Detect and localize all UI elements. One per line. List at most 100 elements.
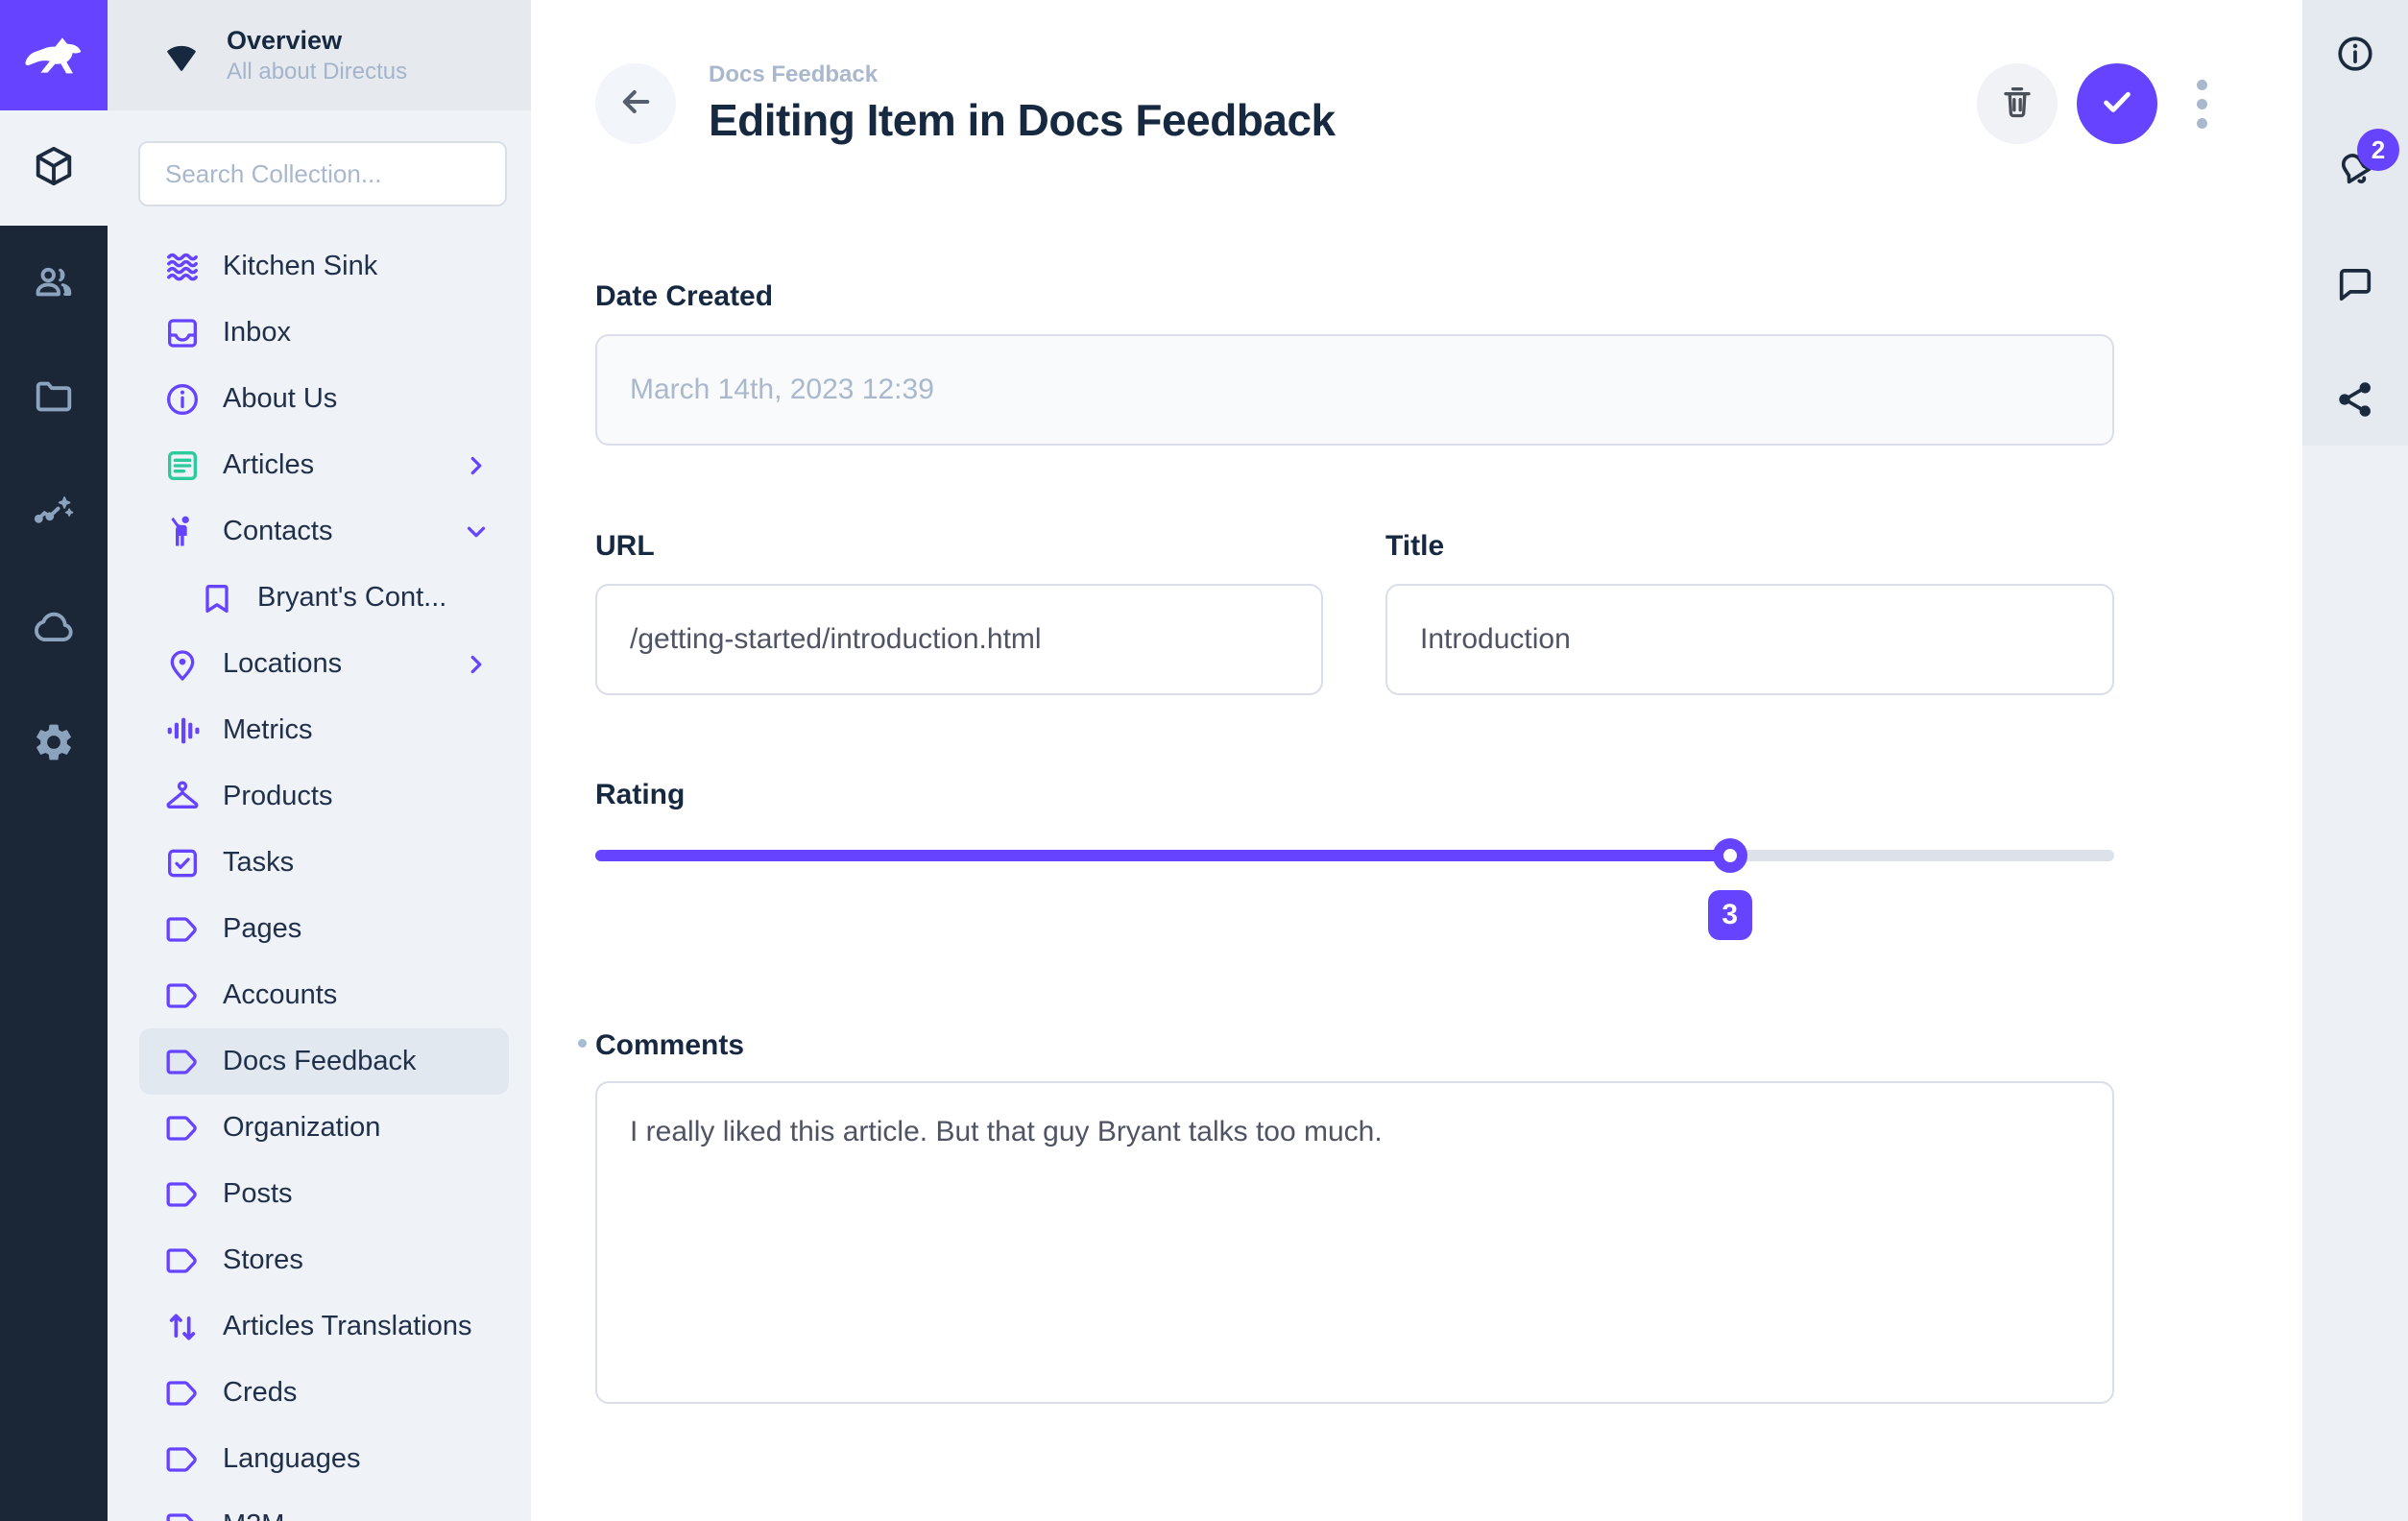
right-sidebar-lower (2302, 446, 2408, 1521)
fan-icon (161, 36, 202, 76)
article-icon (163, 447, 202, 485)
comments-field[interactable]: I really liked this article. But that gu… (595, 1081, 2114, 1404)
project-subtitle: All about Directus (227, 59, 407, 85)
gear-icon (32, 720, 76, 769)
module-list (0, 110, 108, 802)
chevron-right-icon[interactable] (461, 450, 492, 481)
rating-fill (595, 850, 1730, 861)
label-tag-icon (163, 1440, 202, 1479)
delete-button[interactable] (1977, 63, 2058, 144)
sidebar-item-pages[interactable]: Pages (139, 896, 509, 962)
main-content: Docs Feedback Editing Item in Docs Feedb… (531, 0, 2302, 1521)
item-form: Date Created URL Title Rating (531, 146, 2114, 1404)
save-button[interactable] (2077, 63, 2157, 144)
sidebar-tool-share[interactable] (2334, 378, 2376, 421)
task-checkbox-icon (163, 844, 202, 882)
dots-vertical-icon (2197, 80, 2207, 90)
directus-logo[interactable] (0, 0, 108, 110)
sidebar-item-inbox[interactable]: Inbox (139, 300, 509, 366)
sidebar-item-locations[interactable]: Locations (139, 631, 509, 697)
sidebar-tool-info-outline[interactable] (2334, 33, 2376, 75)
sidebar-tool-bell[interactable]: 2 (2334, 148, 2376, 190)
waves-icon (163, 248, 202, 286)
notification-badge: 2 (2357, 129, 2399, 171)
label-tag-icon (163, 1043, 202, 1081)
rating-value-badge: 3 (1708, 890, 1752, 940)
collections-sidebar: Overview All about Directus Kitchen Sink… (108, 0, 531, 1521)
sidebar-item-m2m[interactable]: M2M (139, 1492, 509, 1521)
module-cloud[interactable] (0, 571, 108, 687)
sidebar-item-creds[interactable]: Creds (139, 1360, 509, 1426)
cloud-icon (32, 605, 76, 654)
sidebar-item-kitchen-sink[interactable]: Kitchen Sink (139, 233, 509, 300)
folder-icon (32, 374, 76, 423)
back-button[interactable] (595, 63, 676, 144)
module-folder[interactable] (0, 341, 108, 456)
right-sidebar: 2 (2302, 0, 2408, 1521)
cube-icon (32, 144, 76, 193)
equalizer-icon (163, 712, 202, 750)
sidebar-item-metrics[interactable]: Metrics (139, 697, 509, 763)
page-header: Docs Feedback Editing Item in Docs Feedb… (531, 0, 2302, 146)
module-users[interactable] (0, 226, 108, 341)
rating-slider[interactable]: 3 (595, 838, 2114, 955)
share-icon (2334, 378, 2376, 425)
date-created-label: Date Created (595, 280, 2114, 313)
project-title: Overview (227, 26, 407, 56)
app-window: Overview All about Directus Kitchen Sink… (0, 0, 2408, 1521)
rabbit-icon (22, 21, 85, 89)
slider-thumb[interactable] (1713, 838, 1747, 873)
sidebar-item-accounts[interactable]: Accounts (139, 962, 509, 1028)
sidebar-item-contacts[interactable]: Contacts (139, 498, 509, 565)
label-tag-icon (163, 910, 202, 949)
module-gear[interactable] (0, 687, 108, 802)
rating-label: Rating (595, 779, 2114, 811)
hanger-icon (163, 778, 202, 816)
sidebar-item-organization[interactable]: Organization (139, 1095, 509, 1161)
bookmark-icon (198, 579, 236, 617)
swap-vertical-icon (163, 1308, 202, 1346)
sidebar-item-articles[interactable]: Articles (139, 432, 509, 498)
person-waving-icon (163, 513, 202, 551)
sidebar-item-products[interactable]: Products (139, 763, 509, 830)
sidebar-item-bryant-s-cont[interactable]: Bryant's Cont... (139, 565, 509, 631)
module-insights[interactable] (0, 456, 108, 571)
sidebar-item-articles-translations[interactable]: Articles Translations (139, 1293, 509, 1360)
inbox-icon (163, 314, 202, 352)
info-outline-icon (2334, 33, 2376, 80)
sidebar-item-languages[interactable]: Languages (139, 1426, 509, 1492)
label-tag-icon (163, 977, 202, 1015)
check-icon (2097, 82, 2137, 127)
info-circle-icon (163, 380, 202, 419)
right-sidebar-icons: 2 (2302, 0, 2408, 446)
url-label: URL (595, 530, 1323, 563)
arrow-left-icon (615, 82, 656, 127)
page-title: Editing Item in Docs Feedback (709, 94, 1336, 146)
chevron-right-icon[interactable] (461, 649, 492, 680)
label-tag-icon (163, 1507, 202, 1521)
sidebar-item-tasks[interactable]: Tasks (139, 830, 509, 896)
date-created-field[interactable] (595, 334, 2114, 446)
search-collection-input[interactable] (138, 141, 507, 206)
insights-icon (32, 490, 76, 539)
module-cube[interactable] (0, 110, 108, 226)
sidebar-item-stores[interactable]: Stores (139, 1227, 509, 1293)
project-header[interactable]: Overview All about Directus (108, 0, 531, 110)
trash-icon (1998, 83, 2036, 126)
module-bar (0, 0, 108, 1521)
label-tag-icon (163, 1242, 202, 1280)
breadcrumb[interactable]: Docs Feedback (709, 61, 1336, 88)
chevron-down-icon[interactable] (461, 517, 492, 547)
sidebar-item-about-us[interactable]: About Us (139, 366, 509, 432)
more-options-button[interactable] (2182, 63, 2221, 144)
sidebar-tool-comment-bubble[interactable] (2334, 263, 2376, 305)
users-icon (32, 259, 76, 308)
collection-list: Kitchen Sink Inbox About Us Articles Con… (108, 233, 531, 1521)
url-field[interactable] (595, 584, 1323, 695)
comments-label: Comments (595, 1029, 744, 1062)
title-field[interactable] (1385, 584, 2114, 695)
comment-bubble-icon (2334, 263, 2376, 310)
label-tag-icon (163, 1374, 202, 1412)
sidebar-item-docs-feedback[interactable]: Docs Feedback (139, 1028, 509, 1095)
sidebar-item-posts[interactable]: Posts (139, 1161, 509, 1227)
